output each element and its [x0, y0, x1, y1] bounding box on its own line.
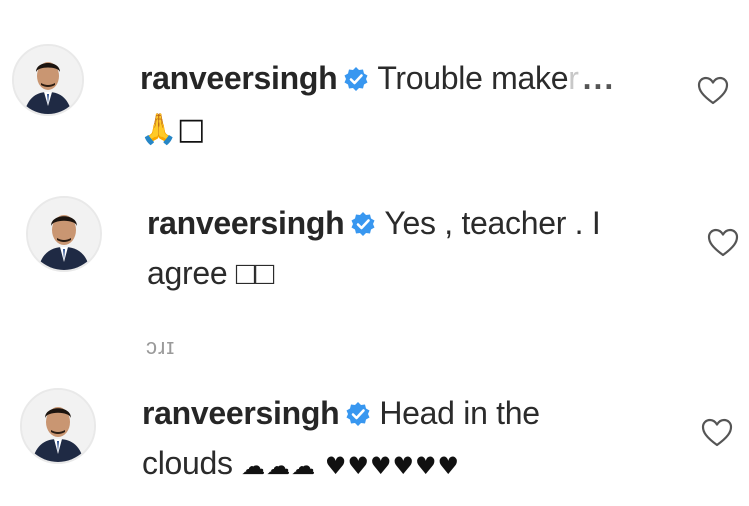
comment-text: ranveersingh Trouble maker... 🙏□: [140, 53, 680, 155]
like-button[interactable]: [706, 226, 740, 260]
comment-body: Yes , teacher . I: [384, 205, 601, 241]
username-link[interactable]: ranveersingh: [142, 395, 340, 431]
more-link[interactable]: ...: [583, 60, 616, 96]
heart-icon: [701, 418, 733, 447]
username-link[interactable]: ranveersingh: [140, 60, 338, 96]
heart-icon: [697, 76, 729, 105]
like-button[interactable]: [700, 416, 734, 450]
avatar[interactable]: [20, 388, 96, 464]
verified-badge-icon: [351, 212, 375, 236]
faded-char: r: [568, 60, 579, 96]
avatar-icon: [28, 198, 100, 270]
avatar[interactable]: [12, 44, 84, 116]
cloud-heart-emojis: ☁☁☁ ♥♥♥♥♥♥: [241, 452, 461, 480]
avatar-icon: [14, 46, 82, 114]
verified-badge-icon: [346, 402, 370, 426]
comment-body: Head in the: [379, 395, 540, 431]
comment-1: ranveersingh Trouble maker... 🙏□: [0, 0, 749, 170]
verified-badge-icon: [344, 67, 368, 91]
partial-text: ɔɹɪ: [146, 334, 176, 359]
comment-2: ranveersingh Yes , teacher . I agree □□: [0, 170, 749, 330]
comment-second-line: agree □□: [147, 255, 274, 291]
avatar-icon: [22, 390, 94, 462]
comment-3: ranveersingh Head in the clouds ☁☁☁ ♥♥♥♥♥…: [0, 370, 749, 506]
username-link[interactable]: ranveersingh: [147, 205, 345, 241]
like-button[interactable]: [696, 74, 730, 108]
comment-emoji-line: 🙏□: [140, 112, 206, 147]
comment-text: ranveersingh Head in the clouds ☁☁☁ ♥♥♥♥♥…: [142, 388, 682, 491]
avatar[interactable]: [26, 196, 102, 272]
comment-body: Trouble make: [377, 60, 569, 96]
heart-icon: [707, 228, 739, 257]
comment-second-line: clouds: [142, 445, 233, 481]
comment-text: ranveersingh Yes , teacher . I agree □□: [147, 198, 687, 298]
